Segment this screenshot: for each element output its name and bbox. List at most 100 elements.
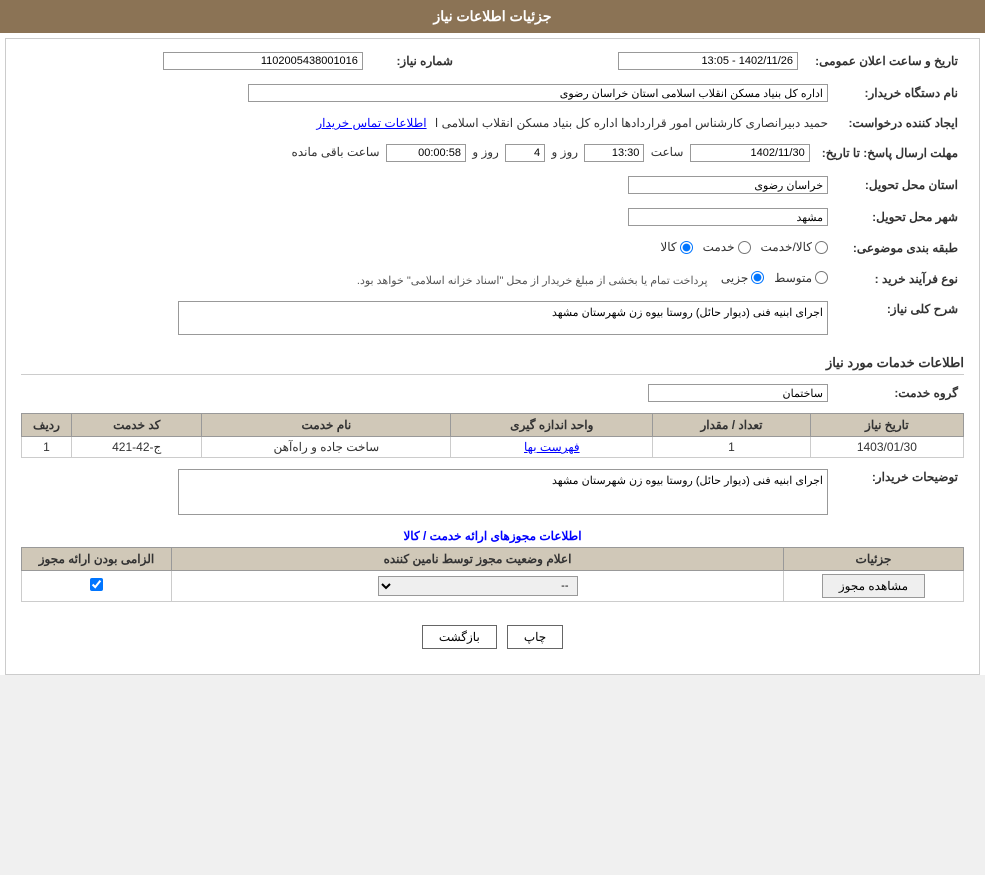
gorohe-khadamat-label: گروه خدمت: <box>834 381 964 405</box>
col-elam: اعلام وضعیت مجوز توسط نامین کننده <box>172 548 784 571</box>
nav-farayand-radio-group: متوسط جزیی <box>721 271 828 285</box>
mohlat-table: مهلت ارسال پاسخ: تا تاریخ: ساعت روز و رو… <box>21 141 964 165</box>
vahad-link[interactable]: فهرست بها <box>524 440 580 454</box>
ijad-konande-table: ایجاد کننده درخواست: حمید دبیرانصاری کار… <box>21 113 964 133</box>
time-label: ساعت <box>651 145 684 159</box>
days-label: روز و <box>552 145 579 159</box>
shahr-tahvil-value <box>21 205 834 229</box>
col-elzam: الزامی بودن ارائه مجوز <box>22 548 172 571</box>
radio-jozi-input[interactable] <box>751 271 764 284</box>
mohlat-label: مهلت ارسال پاسخ: تا تاریخ: <box>816 141 964 165</box>
tabaghbandi-value: کالا/خدمت خدمت کالا <box>21 237 834 260</box>
basic-info-table: تاریخ و ساعت اعلان عمومی: شماره نیاز: <box>21 49 964 73</box>
shomara-niaz-value <box>21 49 369 73</box>
radio-khadamat-label: خدمت <box>703 240 735 254</box>
col-nam-khadamat: نام خدمت <box>202 414 451 437</box>
bottom-buttons: چاپ بازگشت <box>21 610 964 664</box>
countdown-input <box>386 144 466 162</box>
col-code-khadamat: کد خدمت <box>72 414 202 437</box>
ostan-tahvil-input <box>628 176 828 194</box>
etelaat-tamas-link[interactable]: اطلاعات تماس خریدار <box>316 116 426 130</box>
radio-jozi-label: جزیی <box>721 271 748 285</box>
sharh-koli-table: شرح کلی نیاز: اجرای ابنیه فنی (دیوار حائ… <box>21 298 964 341</box>
radio-kala-khadamat-label: کالا/خدمت <box>761 240 812 254</box>
tarikh-aalan-label: تاریخ و ساعت اعلان عمومی: <box>804 49 964 73</box>
radio-motevaset: متوسط <box>774 271 828 285</box>
cell-tedad: 1 <box>653 437 810 458</box>
radio-kala-khadamat-input[interactable] <box>815 241 828 254</box>
nav-farayand-label: نوع فرآیند خرید : <box>834 268 964 291</box>
radio-kala-label: کالا <box>660 240 676 254</box>
days-text: روز و <box>472 145 499 159</box>
col-tedad: تعداد / مقدار <box>653 414 810 437</box>
shomara-niaz-input <box>163 52 363 70</box>
mohlat-value: ساعت روز و روز و ساعت باقی مانده <box>21 141 816 165</box>
radio-kala-input[interactable] <box>680 241 693 254</box>
nam-dastgah-label: نام دستگاه خریدار: <box>834 81 964 105</box>
page-title: جزئیات اطلاعات نیاز <box>433 8 551 24</box>
date-input <box>690 144 810 162</box>
page-header: جزئیات اطلاعات نیاز <box>0 0 985 33</box>
cell-code-khadamat: ج-42-421 <box>72 437 202 458</box>
permit-elam-cell: -- <box>172 571 784 602</box>
time-input <box>584 144 644 162</box>
ijad-konande-label: ایجاد کننده درخواست: <box>834 113 964 133</box>
nam-dastgah-value <box>21 81 834 105</box>
tabaghbandi-label: طبقه بندی موضوعی: <box>834 237 964 260</box>
cell-tarikh-niaz: 1403/01/30 <box>810 437 963 458</box>
khadamat-section-header: اطلاعات خدمات مورد نیاز <box>21 349 964 375</box>
ijad-konande-text: حمید دبیرانصاری کارشناس امور قراردادها ا… <box>435 116 828 130</box>
shahr-tahvil-label: شهر محل تحویل: <box>834 205 964 229</box>
cell-radif: 1 <box>22 437 72 458</box>
print-button[interactable]: چاپ <box>507 625 563 649</box>
back-button[interactable]: بازگشت <box>422 625 497 649</box>
sharh-koli-textarea: اجرای ابنیه فنی (دیوار حائل) روستا بیوه … <box>178 301 828 335</box>
countdown-suffix: ساعت باقی مانده <box>292 145 380 159</box>
col-vahad: واحد اندازه گیری <box>451 414 653 437</box>
ijad-konande-value: حمید دبیرانصاری کارشناس امور قراردادها ا… <box>21 113 834 133</box>
permit-joziyat-cell: مشاهده مجوز <box>784 571 964 602</box>
radio-motevaset-label: متوسط <box>774 271 812 285</box>
col-joziyat: جزئیات <box>784 548 964 571</box>
nav-farayand-value: متوسط جزیی پرداخت تمام یا بخشی از مبلغ خ… <box>21 268 834 291</box>
radio-kala: کالا <box>660 240 692 254</box>
cell-nam-khadamat: ساخت جاده و راه‌آهن <box>202 437 451 458</box>
tabaghbandi-radio-group: کالا/خدمت خدمت کالا <box>660 240 828 254</box>
radio-khadamat-input[interactable] <box>738 241 751 254</box>
shomara-niaz-label: شماره نیاز: <box>369 49 459 73</box>
gorohe-khadamat-value <box>21 381 834 405</box>
permit-row: مشاهده مجوز -- <box>22 571 964 602</box>
service-table-row: 1403/01/30 1 فهرست بها ساخت جاده و راه‌آ… <box>22 437 964 458</box>
tosaif-table: توضیحات خریدار: اجرای ابنیه فنی (دیوار ح… <box>21 466 964 521</box>
radio-motevaset-input[interactable] <box>815 271 828 284</box>
nav-farayand-table: نوع فرآیند خرید : متوسط جزیی پرداخت تمام… <box>21 268 964 291</box>
tosaif-label: توضیحات خریدار: <box>834 466 964 521</box>
page-wrapper: جزئیات اطلاعات نیاز تاریخ و ساعت اعلان ع… <box>0 0 985 675</box>
gorohe-khadamat-input <box>648 384 828 402</box>
services-table: تاریخ نیاز تعداد / مقدار واحد اندازه گیر… <box>21 413 964 458</box>
permit-section-title: اطلاعات مجوزهای ارائه خدمت / کالا <box>21 529 964 543</box>
tarikh-aalan-value <box>489 49 804 73</box>
radio-kala-khadamat: کالا/خدمت <box>761 240 828 254</box>
tarikh-aalan-input <box>618 52 798 70</box>
permit-table: جزئیات اعلام وضعیت مجوز توسط نامین کننده… <box>21 547 964 602</box>
permit-elam-select[interactable]: -- <box>378 576 578 596</box>
view-permit-button[interactable]: مشاهده مجوز <box>822 574 925 598</box>
col-tarikh-niaz: تاریخ نیاز <box>810 414 963 437</box>
col-radif: ردیف <box>22 414 72 437</box>
dastgah-table: نام دستگاه خریدار: <box>21 81 964 105</box>
shahr-table: شهر محل تحویل: <box>21 205 964 229</box>
tabaghbandi-table: طبقه بندی موضوعی: کالا/خدمت خدمت <box>21 237 964 260</box>
ostan-table: استان محل تحویل: <box>21 173 964 197</box>
main-content: تاریخ و ساعت اعلان عمومی: شماره نیاز: نا… <box>5 38 980 675</box>
nam-dastgah-input <box>248 84 828 102</box>
tosaif-textarea: اجرای ابنیه فنی (دیوار حائل) روستا بیوه … <box>178 469 828 515</box>
gorohe-khadamat-table: گروه خدمت: <box>21 381 964 405</box>
ostan-tahvil-label: استان محل تحویل: <box>834 173 964 197</box>
permit-elzam-checkbox[interactable] <box>90 578 103 591</box>
cell-vahad: فهرست بها <box>451 437 653 458</box>
sharh-koli-label: شرح کلی نیاز: <box>834 298 964 341</box>
radio-jozi: جزیی <box>721 271 764 285</box>
radio-khadamat: خدمت <box>703 240 751 254</box>
permit-elzam-cell <box>22 571 172 602</box>
